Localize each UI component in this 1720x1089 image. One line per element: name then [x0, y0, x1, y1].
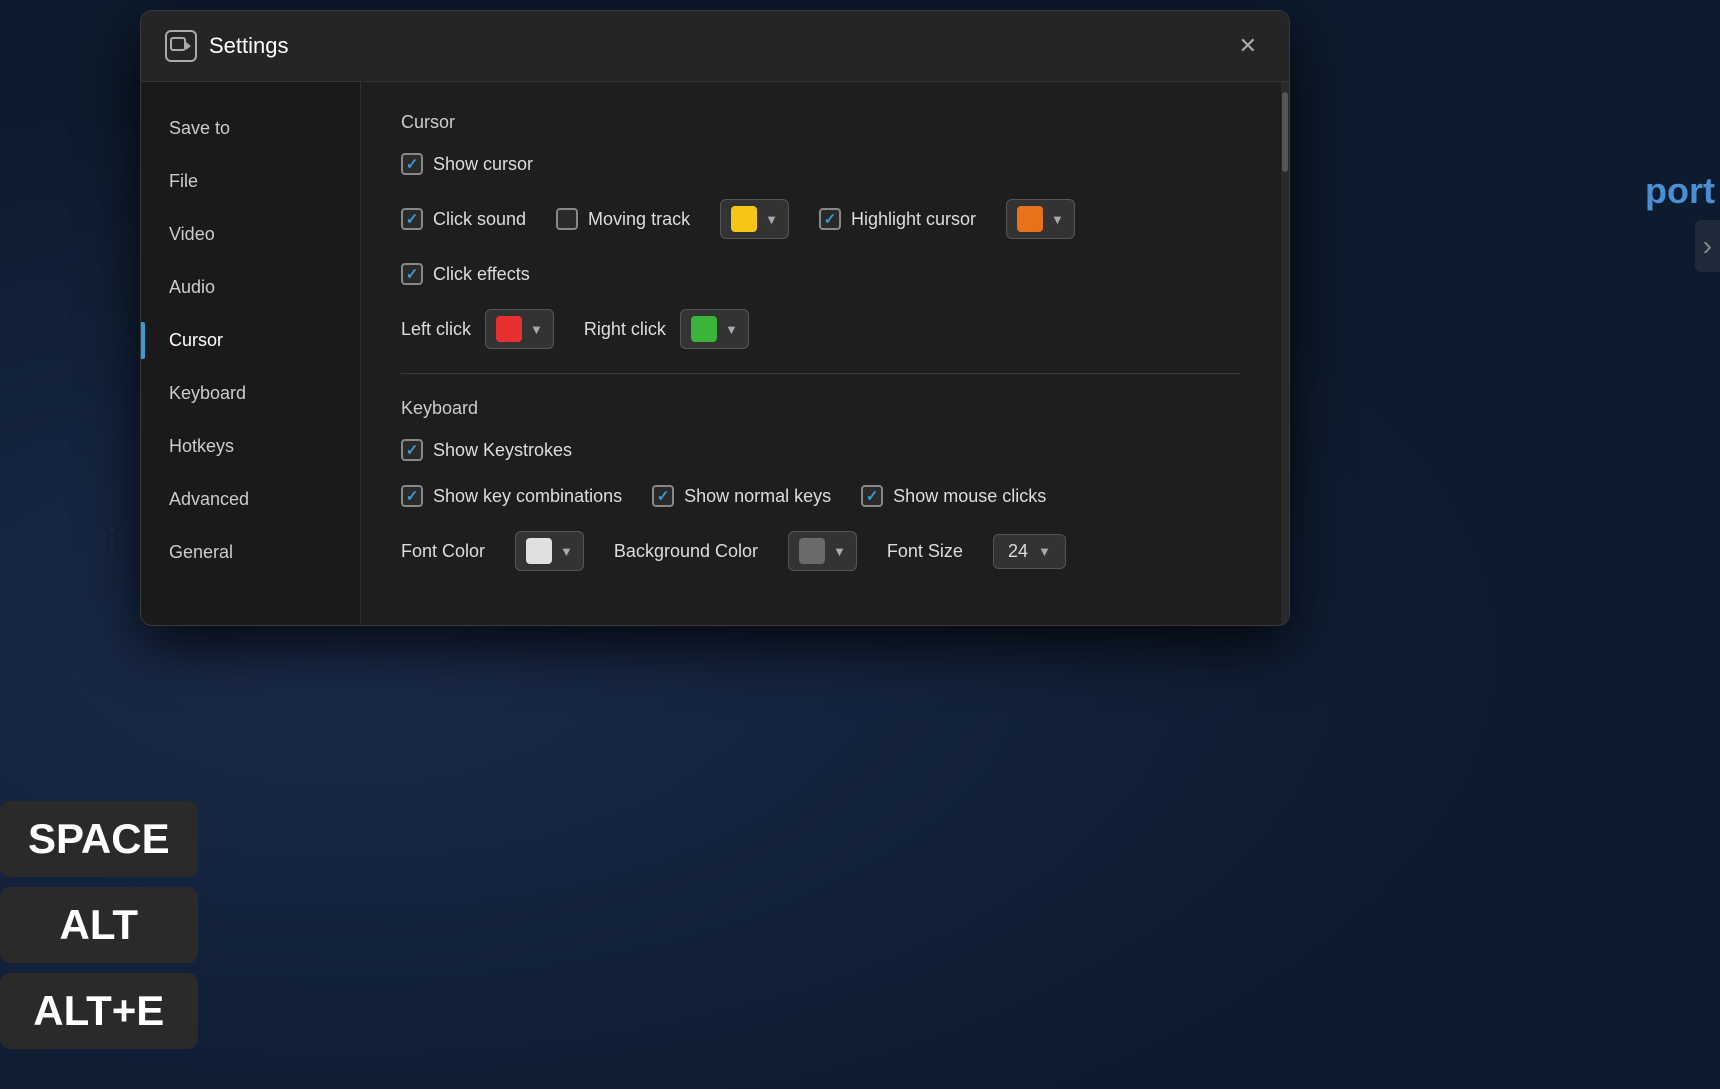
left-click-label: Left click ▼: [401, 309, 554, 349]
click-effects-check-box[interactable]: [401, 263, 423, 285]
click-effects-row: Click effects: [401, 263, 1241, 285]
background-color-label: Background Color: [614, 541, 758, 562]
click-sound-row: Click sound Moving track ▼ Highlight cur…: [401, 199, 1241, 239]
font-color-dropdown[interactable]: ▼: [515, 531, 584, 571]
dialog-title: Settings: [209, 33, 289, 59]
click-sound-checkbox[interactable]: Click sound: [401, 208, 526, 230]
keyboard-overlay: SPACE ALT ALT+E: [0, 801, 198, 1049]
sidebar-item-file[interactable]: File: [141, 155, 360, 208]
moving-track-checkbox[interactable]: Moving track: [556, 208, 690, 230]
font-color-swatch: [526, 538, 552, 564]
click-sound-check-box[interactable]: [401, 208, 423, 230]
moving-track-color-dropdown[interactable]: ▼: [720, 199, 789, 239]
scrollbar-thumb[interactable]: [1282, 92, 1288, 172]
sidebar: Save to File Video Audio Cursor Keyboard…: [141, 82, 361, 625]
dialog-body: Save to File Video Audio Cursor Keyboard…: [141, 82, 1289, 625]
moving-track-dropdown-arrow: ▼: [765, 212, 778, 227]
settings-dialog: Settings ✕ Save to File Video Audio Curs…: [140, 10, 1290, 626]
left-click-dropdown-arrow: ▼: [530, 322, 543, 337]
background-color-swatch: [799, 538, 825, 564]
click-colors-row: Left click ▼ Right click ▼: [401, 309, 1241, 349]
highlight-cursor-check-box[interactable]: [819, 208, 841, 230]
highlight-cursor-color-dropdown[interactable]: ▼: [1006, 199, 1075, 239]
screen-record-icon: [165, 30, 197, 62]
sidebar-item-save-to[interactable]: Save to: [141, 102, 360, 155]
sidebar-item-general[interactable]: General: [141, 526, 360, 579]
left-click-color-dropdown[interactable]: ▼: [485, 309, 554, 349]
show-mouse-clicks-check-box[interactable]: [861, 485, 883, 507]
show-key-combinations-check-box[interactable]: [401, 485, 423, 507]
keyboard-options-row: Show key combinations Show normal keys S…: [401, 485, 1241, 507]
sidebar-item-advanced[interactable]: Advanced: [141, 473, 360, 526]
sidebar-item-audio[interactable]: Audio: [141, 261, 360, 314]
right-click-color-swatch: [691, 316, 717, 342]
show-keystrokes-checkbox[interactable]: Show Keystrokes: [401, 439, 572, 461]
font-size-dropdown[interactable]: 24 ▼: [993, 534, 1066, 569]
show-key-combinations-checkbox[interactable]: Show key combinations: [401, 485, 622, 507]
font-size-label: Font Size: [887, 541, 963, 562]
dialog-titlebar: Settings ✕: [141, 11, 1289, 82]
highlight-cursor-color-swatch: [1017, 206, 1043, 232]
show-normal-keys-check-box[interactable]: [652, 485, 674, 507]
show-keystrokes-check-box[interactable]: [401, 439, 423, 461]
right-arrow: ›: [1695, 220, 1720, 272]
show-cursor-checkbox[interactable]: Show cursor: [401, 153, 533, 175]
highlight-cursor-checkbox[interactable]: Highlight cursor: [819, 208, 976, 230]
font-size-dropdown-arrow: ▼: [1038, 544, 1051, 559]
font-settings-row: Font Color ▼ Background Color ▼ Font Siz…: [401, 531, 1241, 571]
close-button[interactable]: ✕: [1231, 29, 1265, 63]
keyboard-section-title: Keyboard: [401, 398, 1241, 419]
show-keystrokes-row: Show Keystrokes: [401, 439, 1241, 461]
dialog-scrollbar[interactable]: [1281, 82, 1289, 625]
show-normal-keys-checkbox[interactable]: Show normal keys: [652, 485, 831, 507]
background-color-dropdown[interactable]: ▼: [788, 531, 857, 571]
moving-track-check-box[interactable]: [556, 208, 578, 230]
dialog-title-left: Settings: [165, 30, 289, 62]
show-cursor-check-box[interactable]: [401, 153, 423, 175]
background-color-dropdown-arrow: ▼: [833, 544, 846, 559]
sidebar-item-video[interactable]: Video: [141, 208, 360, 261]
cursor-section-title: Cursor: [401, 112, 1241, 133]
sidebar-item-keyboard[interactable]: Keyboard: [141, 367, 360, 420]
sidebar-item-cursor[interactable]: Cursor: [141, 314, 360, 367]
left-click-color-swatch: [496, 316, 522, 342]
moving-track-color-swatch: [731, 206, 757, 232]
right-edge-text: port: [1640, 160, 1720, 222]
sidebar-item-hotkeys[interactable]: Hotkeys: [141, 420, 360, 473]
show-cursor-row: Show cursor: [401, 153, 1241, 175]
font-color-dropdown-arrow: ▼: [560, 544, 573, 559]
alt-e-key: ALT+E: [0, 973, 198, 1049]
font-color-label: Font Color: [401, 541, 485, 562]
highlight-cursor-dropdown-arrow: ▼: [1051, 212, 1064, 227]
right-click-dropdown-arrow: ▼: [725, 322, 738, 337]
section-divider: [401, 373, 1241, 374]
space-key: SPACE: [0, 801, 198, 877]
alt-key: ALT: [0, 887, 198, 963]
main-content: Cursor Show cursor Click sound Moving tr…: [361, 82, 1281, 625]
right-click-color-dropdown[interactable]: ▼: [680, 309, 749, 349]
font-size-value: 24: [1008, 541, 1028, 562]
right-click-label: Right click ▼: [584, 309, 749, 349]
click-effects-checkbox[interactable]: Click effects: [401, 263, 530, 285]
show-mouse-clicks-checkbox[interactable]: Show mouse clicks: [861, 485, 1046, 507]
